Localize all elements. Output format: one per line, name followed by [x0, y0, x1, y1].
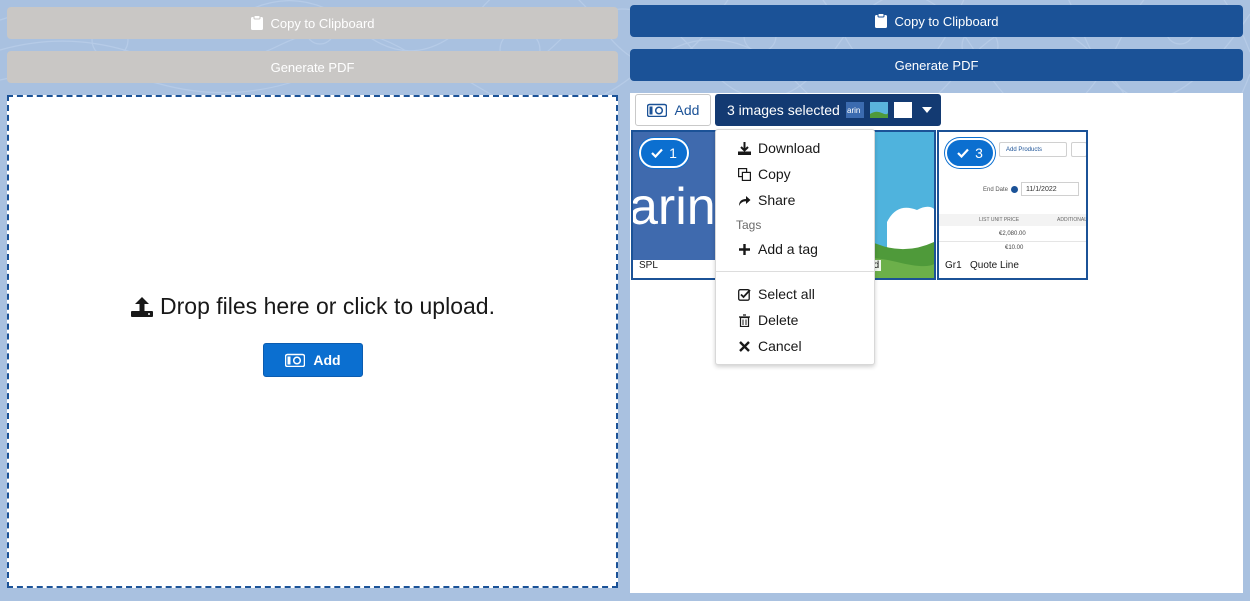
badge-number: 1 [669, 145, 677, 161]
menu-item-copy[interactable]: Copy [738, 164, 791, 184]
checkmark-icon [957, 148, 969, 158]
menu-item-select-all[interactable]: Select all [738, 284, 815, 304]
upload-icon [131, 296, 154, 317]
add-label: Add [674, 102, 700, 118]
menu-label: Delete [758, 312, 799, 328]
copy-to-clipboard-button-disabled[interactable]: Copy to Clipboard [7, 7, 618, 39]
generate-pdf-button[interactable]: Generate PDF [630, 49, 1243, 81]
copy-to-clipboard-button[interactable]: Copy to Clipboard [630, 5, 1243, 37]
trash-icon [739, 313, 750, 327]
plus-icon [739, 243, 750, 255]
menu-label: Share [758, 192, 796, 208]
menu-item-share[interactable]: Share [738, 190, 795, 210]
checkmark-icon [651, 148, 663, 158]
pdf-label: Generate PDF [894, 57, 979, 73]
download-icon [738, 141, 751, 155]
gallery-add-button[interactable]: Add [635, 94, 711, 126]
badge-number: 3 [975, 145, 983, 161]
checkbox-checked-icon [738, 288, 751, 301]
camera-icon [646, 103, 667, 117]
menu-item-add-tag[interactable]: Add a tag [738, 239, 818, 259]
share-icon [739, 195, 751, 206]
snippet-price-1: €2,080.00 [999, 231, 1026, 237]
drop-message: Drop files here or click to upload. [9, 293, 616, 320]
menu-label: Cancel [758, 338, 802, 354]
snippet-end-date-label: End Date [983, 187, 1009, 193]
drop-message-text: Drop files here or click to upload. [160, 293, 495, 319]
selected-count-label: 3 images selected [727, 102, 840, 118]
menu-item-download[interactable]: Download [738, 138, 820, 158]
tile-label: SPL [637, 260, 660, 271]
snippet-col-header-2: ADDITIONAL [1057, 217, 1088, 223]
clipboard-icon [875, 13, 888, 28]
menu-item-cancel[interactable]: Cancel [738, 336, 802, 356]
tile-label: Gr1 Quote Line [943, 260, 1021, 271]
info-icon [1011, 186, 1018, 193]
file-dropzone[interactable]: Drop files here or click to upload. Add [7, 95, 618, 588]
close-icon [739, 340, 750, 352]
selection-dropdown-menu: Download Copy Share Tags Add a tag Selec… [715, 129, 875, 365]
image-tile-3[interactable]: Add Products End Date 11/1/2022 LIST UNI… [937, 130, 1088, 280]
menu-heading-tags: Tags [736, 218, 762, 232]
selection-badge-3[interactable]: 3 [945, 138, 995, 168]
menu-label: Add a tag [758, 241, 818, 257]
camera-icon [285, 353, 306, 367]
thumbnail-preview-3 [893, 102, 912, 118]
copy-label: Copy to Clipboard [894, 13, 999, 29]
copy-label: Copy to Clipboard [270, 15, 375, 31]
menu-divider [716, 271, 874, 272]
logo-text: arin [633, 178, 716, 236]
copy-icon [738, 167, 751, 181]
snippet-col-header-1: LIST UNIT PRICE [979, 217, 1020, 223]
snippet-end-date: 11/1/2022 [1021, 182, 1079, 196]
menu-item-delete[interactable]: Delete [738, 310, 798, 330]
thumbnail-preview-2 [869, 102, 888, 118]
add-label: Add [313, 352, 341, 368]
thumb-logo-text: arin [847, 106, 860, 115]
generate-pdf-button-disabled[interactable]: Generate PDF [7, 51, 618, 83]
snippet-divider [939, 241, 1086, 242]
menu-label: Download [758, 140, 821, 156]
pdf-label: Generate PDF [270, 59, 355, 75]
selection-badge-1[interactable]: 1 [639, 138, 689, 168]
snippet-add-products: Add Products [999, 142, 1067, 157]
snippet-dropdown [1071, 142, 1086, 157]
thumbnail-preview-1: arin [845, 102, 864, 118]
snippet-price-2: €10.00 [1005, 245, 1024, 251]
clipboard-icon [251, 15, 264, 30]
dropzone-add-button[interactable]: Add [263, 343, 363, 377]
chevron-down-icon [921, 107, 932, 113]
selection-menu-button[interactable]: 3 images selected arin [715, 94, 941, 126]
menu-label: Copy [758, 166, 791, 182]
menu-label: Select all [758, 286, 815, 302]
